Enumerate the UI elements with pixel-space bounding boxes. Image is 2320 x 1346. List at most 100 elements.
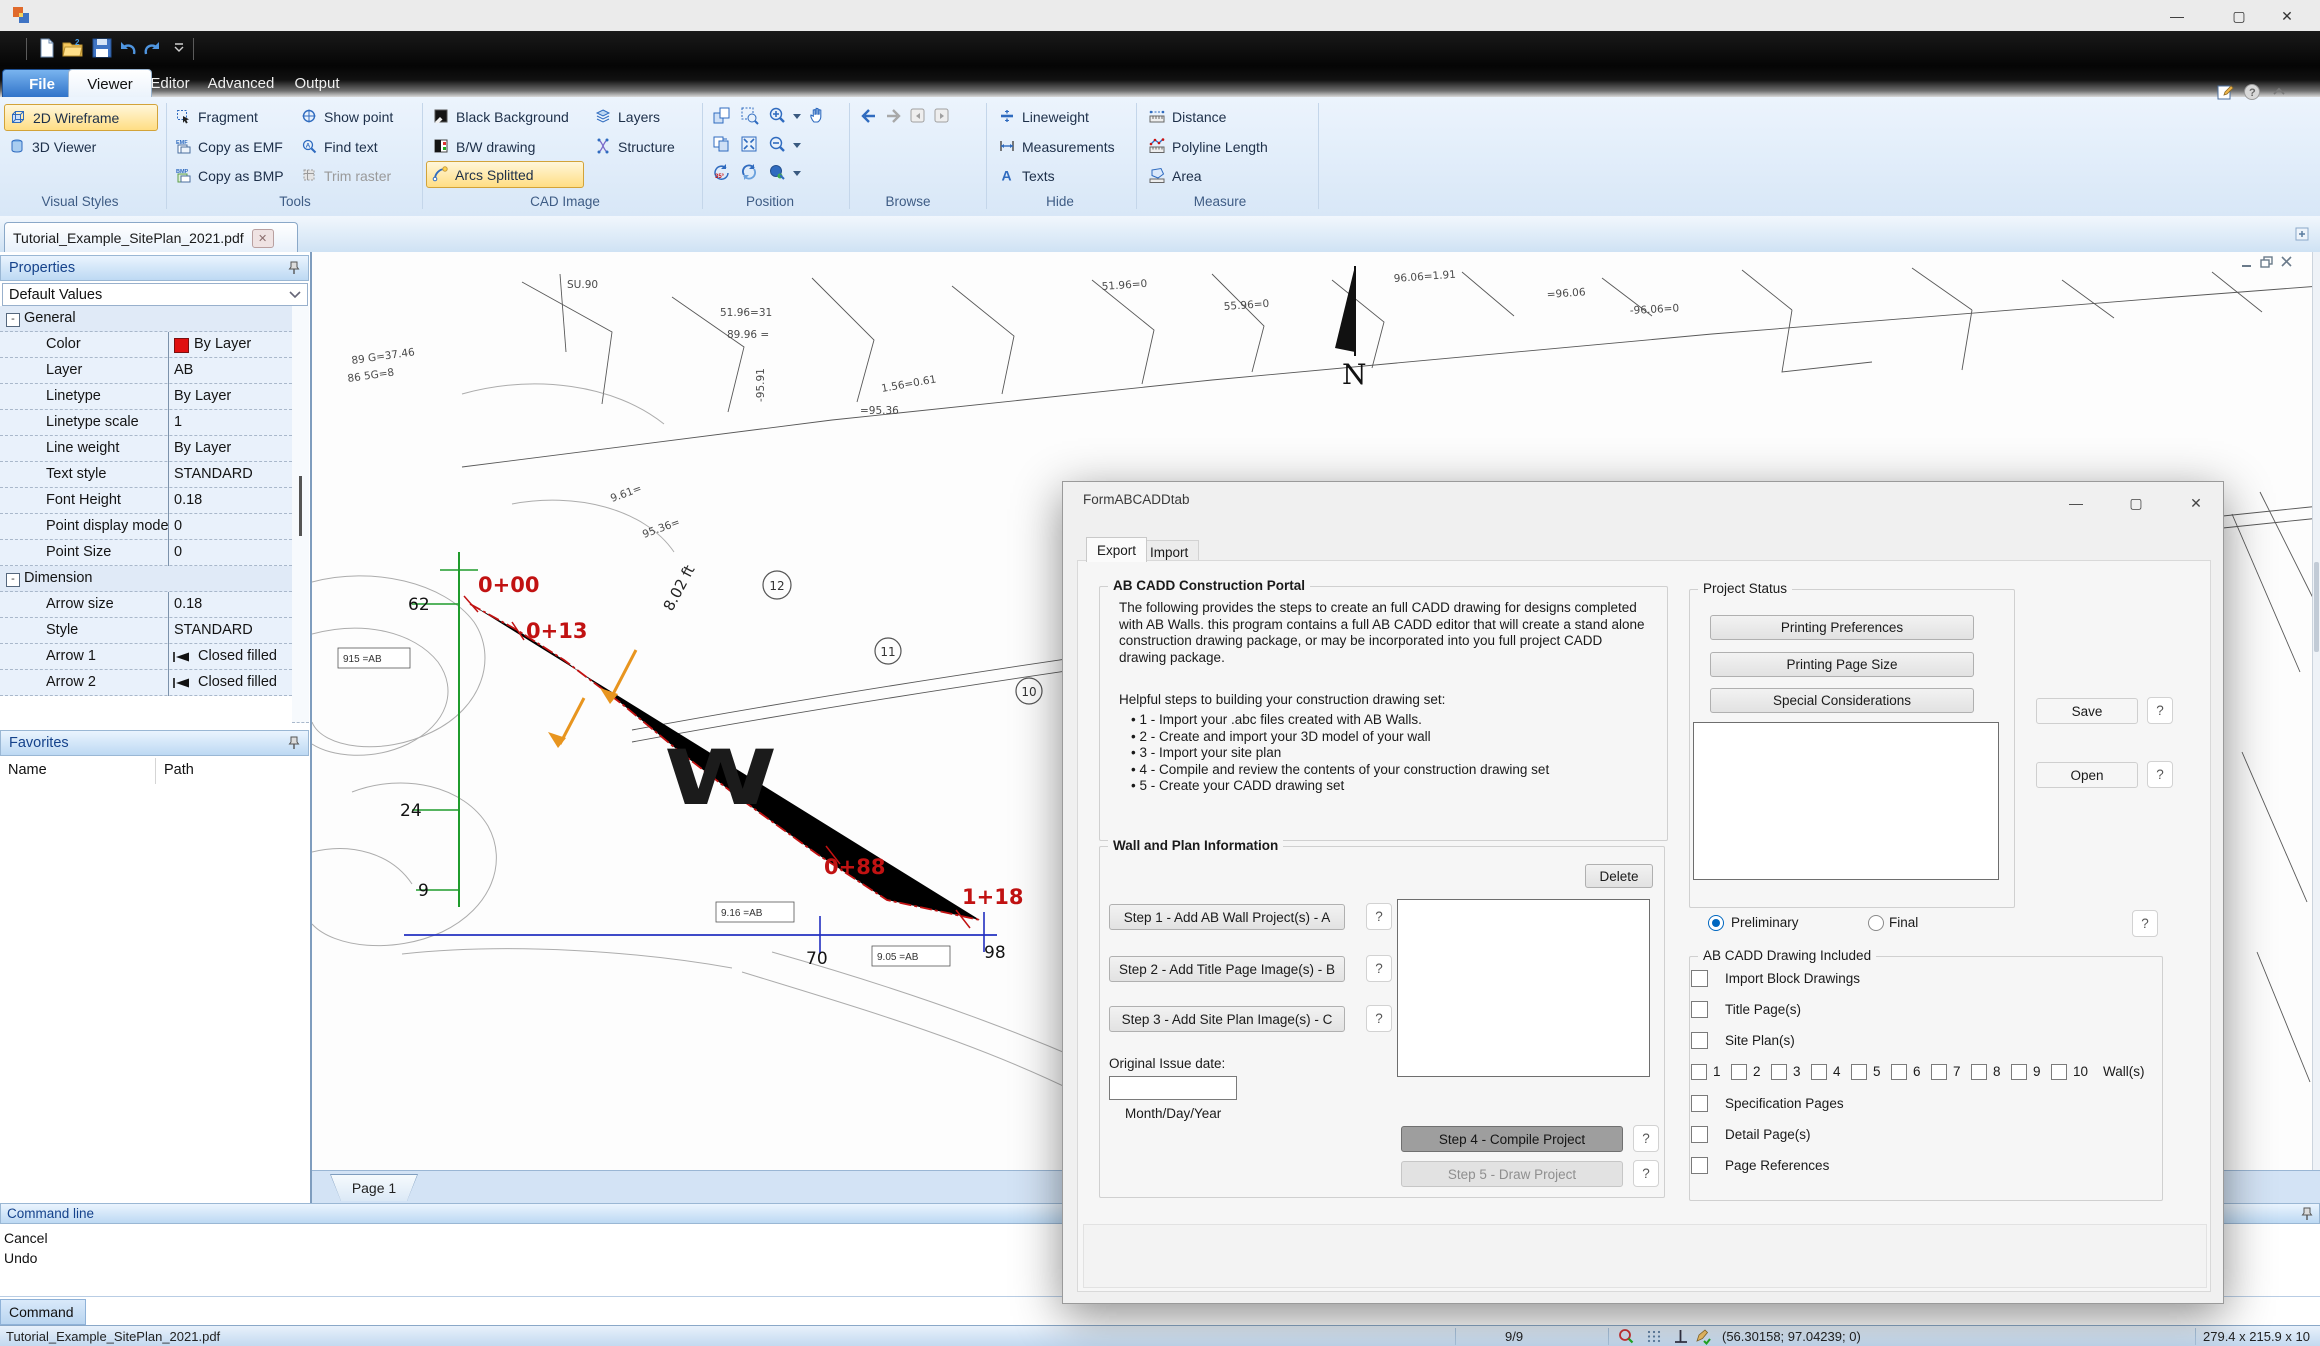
move-view-icon[interactable] bbox=[712, 106, 732, 126]
project-status-listbox[interactable] bbox=[1693, 722, 1999, 880]
wall-count-5-label[interactable]: 5 bbox=[1873, 1064, 1881, 1079]
site-plans-label[interactable]: Site Plan(s) bbox=[1725, 1033, 1795, 1048]
browse-back-icon[interactable] bbox=[858, 106, 878, 126]
specification-pages-label[interactable]: Specification Pages bbox=[1725, 1096, 1844, 1111]
fit-extents-icon[interactable] bbox=[740, 135, 760, 155]
snap-grid-icon[interactable] bbox=[1646, 1328, 1664, 1345]
wall-count-10-label[interactable]: 10 bbox=[2073, 1064, 2088, 1079]
column-divider[interactable] bbox=[155, 758, 156, 784]
measure-area-button[interactable]: Area bbox=[1144, 163, 1207, 188]
raster-search-icon[interactable] bbox=[1618, 1328, 1636, 1345]
zoom-out-icon[interactable] bbox=[768, 135, 788, 155]
mdi-restore-icon[interactable] bbox=[2259, 255, 2275, 269]
special-considerations-button[interactable]: Special Considerations bbox=[1710, 688, 1974, 713]
property-row[interactable]: Font Height0.18 bbox=[0, 488, 292, 514]
drawing-scrollbar[interactable] bbox=[2312, 252, 2320, 1170]
wall-count-10-checkbox[interactable] bbox=[2051, 1064, 2067, 1080]
save-help-button[interactable]: ? bbox=[2147, 697, 2173, 724]
wall-count-2-label[interactable]: 2 bbox=[1753, 1064, 1761, 1079]
printing-preferences-button[interactable]: Printing Preferences bbox=[1710, 615, 1974, 640]
property-row[interactable]: Line weightBy Layer bbox=[0, 436, 292, 462]
previous-view-icon[interactable] bbox=[908, 106, 928, 126]
hide-lineweight-button[interactable]: Lineweight bbox=[994, 104, 1094, 129]
dialog-tab-export[interactable]: Export bbox=[1086, 537, 1147, 562]
wall-count-7-checkbox[interactable] bbox=[1931, 1064, 1947, 1080]
preliminary-radio[interactable] bbox=[1708, 915, 1724, 931]
dialog-maximize-button[interactable]: ▢ bbox=[2119, 490, 2153, 516]
step4-compile-project-button[interactable]: Step 4 - Compile Project bbox=[1401, 1126, 1623, 1152]
refresh-view-icon[interactable] bbox=[740, 163, 760, 183]
wall-count-4-label[interactable]: 4 bbox=[1833, 1064, 1841, 1079]
title-pages-checkbox[interactable] bbox=[1691, 1001, 1708, 1018]
zoom-window-icon[interactable] bbox=[740, 106, 760, 126]
structure-button[interactable]: Structure bbox=[590, 134, 680, 159]
step5-help-button[interactable]: ? bbox=[1633, 1160, 1659, 1187]
dialog-minimize-button[interactable]: — bbox=[2059, 490, 2093, 516]
favorites-column-path[interactable]: Path bbox=[164, 762, 194, 778]
help-icon[interactable]: ? bbox=[2243, 83, 2263, 103]
copy-as-emf-button[interactable]: EMF Copy as EMF bbox=[170, 134, 288, 159]
next-view-icon[interactable] bbox=[932, 106, 952, 126]
measure-polyline-length-button[interactable]: Polyline Length bbox=[1144, 134, 1273, 159]
wall-count-4-checkbox[interactable] bbox=[1811, 1064, 1827, 1080]
wall-count-7-label[interactable]: 7 bbox=[1953, 1064, 1961, 1079]
dialog-close-button[interactable]: ✕ bbox=[2179, 490, 2213, 516]
window-close-button[interactable]: ✕ bbox=[2274, 7, 2300, 25]
zoom-in-dropdown-icon[interactable] bbox=[792, 112, 802, 120]
property-row[interactable]: Arrow size0.18 bbox=[0, 592, 292, 618]
find-text-button[interactable]: A Find text bbox=[296, 134, 383, 159]
title-pages-label[interactable]: Title Page(s) bbox=[1725, 1002, 1801, 1017]
wall-count-5-checkbox[interactable] bbox=[1851, 1064, 1867, 1080]
step2-help-button[interactable]: ? bbox=[1366, 955, 1392, 982]
hide-texts-button[interactable]: A Texts bbox=[994, 163, 1060, 188]
wall-count-9-checkbox[interactable] bbox=[2011, 1064, 2027, 1080]
wall-count-6-label[interactable]: 6 bbox=[1913, 1064, 1921, 1079]
collapse-toggle-icon[interactable]: - bbox=[6, 313, 20, 327]
copy-view-icon[interactable] bbox=[712, 135, 732, 155]
tab-advanced[interactable]: Advanced bbox=[192, 69, 290, 97]
final-radio[interactable] bbox=[1868, 915, 1884, 931]
step5-draw-project-button[interactable]: Step 5 - Draw Project bbox=[1401, 1161, 1623, 1187]
pin-icon[interactable] bbox=[2301, 1207, 2313, 1221]
undo-icon[interactable] bbox=[118, 38, 138, 58]
step4-help-button[interactable]: ? bbox=[1633, 1125, 1659, 1152]
properties-preset-select[interactable]: Default Values bbox=[2, 283, 308, 306]
open-file-icon[interactable]: 2 bbox=[62, 38, 84, 58]
arcs-splitted-button[interactable]: Arcs Splitted bbox=[426, 161, 584, 188]
detail-pages-label[interactable]: Detail Page(s) bbox=[1725, 1127, 1811, 1142]
specification-pages-checkbox[interactable] bbox=[1691, 1095, 1708, 1112]
preliminary-radio-label[interactable]: Preliminary bbox=[1731, 915, 1799, 930]
wall-count-9-label[interactable]: 9 bbox=[2033, 1064, 2041, 1079]
property-row[interactable]: Arrow 2Closed filled bbox=[0, 670, 292, 696]
pin-icon[interactable] bbox=[288, 261, 300, 275]
zoom-in-icon[interactable] bbox=[768, 106, 788, 126]
save-icon[interactable] bbox=[92, 38, 112, 58]
layers-button[interactable]: Layers bbox=[590, 104, 665, 129]
wall-count-3-label[interactable]: 3 bbox=[1793, 1064, 1801, 1079]
collapse-toggle-icon[interactable]: - bbox=[6, 573, 20, 587]
property-row[interactable]: LinetypeBy Layer bbox=[0, 384, 292, 410]
property-row[interactable]: Point display mode0 bbox=[0, 514, 292, 540]
step1-help-button[interactable]: ? bbox=[1366, 903, 1392, 930]
property-row[interactable]: ColorBy Layer bbox=[0, 332, 292, 358]
property-group-row[interactable]: -Dimension bbox=[0, 566, 292, 592]
issue-date-input[interactable] bbox=[1109, 1076, 1237, 1100]
wall-count-3-checkbox[interactable] bbox=[1771, 1064, 1787, 1080]
wall-count-1-label[interactable]: 1 bbox=[1713, 1064, 1721, 1079]
copy-as-bmp-button[interactable]: BMP Copy as BMP bbox=[170, 163, 289, 188]
detail-pages-checkbox[interactable] bbox=[1691, 1126, 1708, 1143]
wall-count-6-checkbox[interactable] bbox=[1891, 1064, 1907, 1080]
property-row[interactable]: LayerAB bbox=[0, 358, 292, 384]
import-block-drawings-label[interactable]: Import Block Drawings bbox=[1725, 971, 1860, 986]
trim-raster-button[interactable]: Trim raster bbox=[296, 163, 396, 188]
property-row[interactable]: Point Size0 bbox=[0, 540, 292, 566]
toolbar-overflow-chevron-icon[interactable] bbox=[172, 43, 186, 53]
property-row[interactable]: StyleSTANDARD bbox=[0, 618, 292, 644]
black-background-button[interactable]: Black Background bbox=[428, 104, 574, 129]
favorites-column-name[interactable]: Name bbox=[8, 762, 47, 778]
zoom-selected-icon[interactable] bbox=[768, 163, 788, 183]
site-plans-checkbox[interactable] bbox=[1691, 1032, 1708, 1049]
2d-wireframe-button[interactable]: 2D Wireframe bbox=[4, 104, 158, 131]
favorites-list[interactable] bbox=[0, 784, 309, 1203]
open-button[interactable]: Open bbox=[2036, 762, 2138, 788]
